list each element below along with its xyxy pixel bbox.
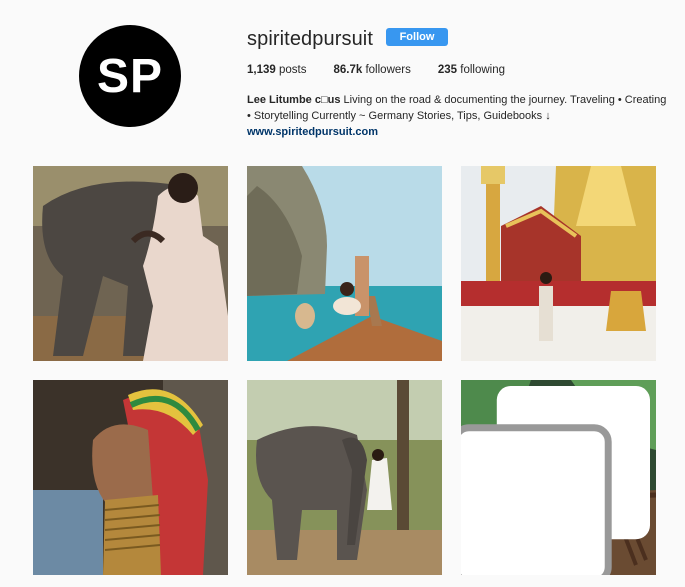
profile-avatar[interactable]: SP — [79, 25, 181, 127]
profile-stats: 1,139 posts 86.7k followers 235 followin… — [247, 64, 532, 76]
multiple-photos-icon — [461, 386, 650, 575]
avatar-initials: SP — [96, 49, 164, 103]
post-tile[interactable] — [33, 166, 228, 361]
followers-stat[interactable]: 86.7k followers — [333, 64, 410, 76]
following-count: 235 — [437, 64, 458, 76]
followers-label: followers — [365, 64, 411, 76]
bio-website-link[interactable]: www.spiritedpursuit.com — [247, 124, 667, 140]
profile-username: spiritedpursuit — [247, 28, 374, 50]
posts-label: posts — [278, 64, 307, 76]
post-image — [247, 166, 442, 361]
post-image — [461, 166, 656, 361]
bio-line-2: • Storytelling Currently ~ Germany Stori… — [247, 110, 551, 122]
post-image — [247, 380, 442, 575]
bio-line-1: Living on the road & documenting the jou… — [343, 94, 667, 106]
post-tile[interactable] — [247, 166, 442, 361]
post-tile[interactable] — [33, 380, 228, 575]
posts-stat: 1,139 posts — [247, 64, 306, 76]
bio-full-name: Lee Litumbe c□us — [247, 94, 341, 106]
profile-bio: Lee Litumbe c□us Living on the road & do… — [247, 92, 667, 140]
following-stat[interactable]: 235 following — [438, 64, 505, 76]
post-image — [33, 380, 228, 575]
following-label: following — [460, 64, 505, 76]
post-tile[interactable] — [247, 380, 442, 575]
posts-count: 1,139 — [247, 64, 276, 76]
post-tile[interactable] — [461, 166, 656, 361]
follow-button[interactable]: Follow — [386, 28, 448, 46]
followers-count: 86.7k — [333, 64, 363, 76]
post-image — [33, 166, 228, 361]
post-tile[interactable] — [461, 380, 656, 575]
